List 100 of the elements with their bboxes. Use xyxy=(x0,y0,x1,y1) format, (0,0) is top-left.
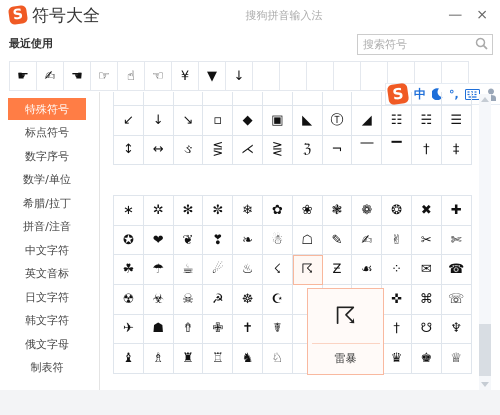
input-mode-toggle[interactable]: 中 xyxy=(414,86,426,102)
symbol-cell[interactable]: ♚ xyxy=(412,344,442,374)
symbol-cell[interactable]: ♞ xyxy=(233,344,263,374)
symbol-cell[interactable]: ☵ xyxy=(412,106,442,136)
symbol-cell[interactable]: ⋚ xyxy=(203,136,234,166)
symbol-cell[interactable]: ☕ xyxy=(174,255,204,285)
scrollbar[interactable] xyxy=(479,94,491,390)
symbol-cell[interactable]: ⌘ xyxy=(412,284,442,315)
symbol-cell[interactable]: ☠ xyxy=(174,284,204,315)
symbol-cell[interactable]: ☰ xyxy=(442,106,472,136)
close-button[interactable]: × xyxy=(472,7,492,23)
search-icon[interactable] xyxy=(475,37,488,50)
symbol-cell[interactable]: ❧ xyxy=(233,226,263,256)
symbol-cell[interactable]: ✲ xyxy=(144,196,174,226)
symbol-cell[interactable]: ☭ xyxy=(203,284,234,315)
symbol-cell[interactable]: ☙ xyxy=(352,255,382,285)
symbol-cell[interactable]: ⋛ xyxy=(262,136,293,166)
search-field[interactable]: 搜索符号 xyxy=(357,34,493,55)
symbol-cell[interactable]: ✿ xyxy=(262,196,293,226)
symbol-cell[interactable]: ❂ xyxy=(382,196,412,226)
category-tab[interactable]: 韩文字符 xyxy=(8,310,86,332)
symbol-cell[interactable]: ↙ xyxy=(114,106,144,136)
symbol-cell[interactable]: ⋌ xyxy=(233,136,263,166)
symbol-cell[interactable]: ⁘ xyxy=(382,255,412,285)
symbol-cell[interactable]: Ƶ xyxy=(322,255,352,285)
symbol-cell[interactable]: ↓ xyxy=(226,62,253,91)
symbol-cell[interactable]: Ⓣ xyxy=(322,106,352,136)
symbol-cell[interactable]: ☸ xyxy=(233,284,263,315)
category-tab[interactable]: 日文字符 xyxy=(8,286,86,308)
symbol-cell[interactable]: ♜ xyxy=(174,344,204,374)
symbol-cell[interactable]: ✪ xyxy=(114,226,144,256)
category-tab[interactable]: 制表符 xyxy=(8,356,86,378)
symbol-cell[interactable]: ¬ xyxy=(322,136,352,166)
symbol-cell[interactable]: ♝ xyxy=(114,344,144,374)
symbol-cell[interactable]: ☈ xyxy=(292,255,323,285)
symbol-cell[interactable]: ✙ xyxy=(203,314,234,344)
symbol-cell[interactable]: ❃ xyxy=(322,196,352,226)
symbol-cell[interactable]: ◆ xyxy=(233,106,263,136)
symbol-cell[interactable]: ☂ xyxy=(144,255,174,285)
symbol-cell[interactable]: ☷ xyxy=(382,106,412,136)
scroll-thumb[interactable] xyxy=(479,324,491,376)
symbol-cell[interactable]: ❣ xyxy=(203,226,234,256)
minimize-button[interactable]: — xyxy=(444,7,466,23)
category-tab[interactable]: 中文字符 xyxy=(8,239,86,261)
symbol-cell[interactable]: ♖ xyxy=(203,344,234,374)
scroll-up-icon[interactable] xyxy=(481,97,489,102)
symbol-cell[interactable]: ▣ xyxy=(262,106,293,136)
category-tab[interactable]: 标点符号 xyxy=(8,122,86,144)
category-tab[interactable]: 拼音/注音 xyxy=(8,216,86,238)
moon-icon[interactable] xyxy=(432,88,443,100)
symbol-cell[interactable]: ↓ xyxy=(144,106,174,136)
symbol-cell[interactable]: ❤ xyxy=(144,226,174,256)
symbol-cell[interactable]: ↘ xyxy=(174,106,204,136)
category-tab[interactable]: 希腊/拉丁 xyxy=(8,192,86,214)
symbol-cell[interactable]: ❦ xyxy=(174,226,204,256)
symbol-cell[interactable]: ☋ xyxy=(412,314,442,344)
symbol-cell[interactable]: ‡ xyxy=(442,136,472,166)
symbol-cell[interactable]: ▼ xyxy=(199,62,226,91)
symbol-cell[interactable]: ✼ xyxy=(203,196,234,226)
symbol-cell[interactable]: ☪ xyxy=(262,284,293,315)
symbol-cell[interactable]: ✚ xyxy=(442,196,472,226)
symbol-cell[interactable]: ☤ xyxy=(262,314,293,344)
punctuation-toggle[interactable]: °, xyxy=(449,88,459,100)
symbol-cell[interactable]: ☛ xyxy=(10,62,37,91)
category-tab[interactable]: 数字序号 xyxy=(8,145,86,167)
symbol-cell[interactable]: ◣ xyxy=(292,106,323,136)
category-tab[interactable]: 数学/单位 xyxy=(8,168,86,190)
symbol-cell[interactable]: ♨ xyxy=(233,255,263,285)
symbol-cell[interactable]: ❄ xyxy=(233,196,263,226)
symbol-cell[interactable]: ✻ xyxy=(174,196,204,226)
symbol-cell[interactable]: ☚ xyxy=(64,62,91,91)
symbol-cell[interactable]: ⇮ xyxy=(174,314,204,344)
symbol-cell[interactable]: ❀ xyxy=(292,196,323,226)
symbol-cell[interactable]: ☘ xyxy=(114,255,144,285)
symbol-cell[interactable]: ✖ xyxy=(412,196,442,226)
symbol-cell[interactable]: ♗ xyxy=(144,344,174,374)
symbol-cell[interactable]: ❁ xyxy=(352,196,382,226)
symbol-cell[interactable]: ઙ xyxy=(174,136,204,166)
symbol-cell[interactable]: ☣ xyxy=(144,284,174,315)
symbol-cell[interactable]: ☝ xyxy=(118,62,145,91)
symbol-cell[interactable]: † xyxy=(412,136,442,166)
symbol-cell[interactable]: ✂ xyxy=(412,226,442,256)
category-tab[interactable]: 英文音标 xyxy=(8,262,86,284)
symbol-cell[interactable]: ✍ xyxy=(37,62,64,91)
symbol-cell[interactable]: ♆ xyxy=(442,314,472,344)
symbol-cell[interactable]: ☏ xyxy=(442,284,472,315)
scroll-down-icon[interactable] xyxy=(481,382,489,387)
symbol-cell[interactable]: ✎ xyxy=(322,226,352,256)
symbol-cell[interactable]: ↔ xyxy=(144,136,174,166)
symbol-cell[interactable]: ▔ xyxy=(382,136,412,166)
symbol-cell[interactable]: ▫ xyxy=(203,106,234,136)
symbol-cell[interactable]: ✝ xyxy=(233,314,263,344)
symbol-cell[interactable]: ☢ xyxy=(114,284,144,315)
symbol-cell[interactable]: ⎺ xyxy=(352,136,382,166)
symbol-cell[interactable]: ✍ xyxy=(352,226,382,256)
symbol-cell[interactable]: ¥ xyxy=(172,62,199,91)
category-tab[interactable]: 俄文字母 xyxy=(8,333,86,355)
symbol-cell[interactable]: ☎ xyxy=(442,255,472,285)
symbol-cell[interactable]: ☜ xyxy=(145,62,172,91)
symbol-cell[interactable]: ☃ xyxy=(262,226,293,256)
